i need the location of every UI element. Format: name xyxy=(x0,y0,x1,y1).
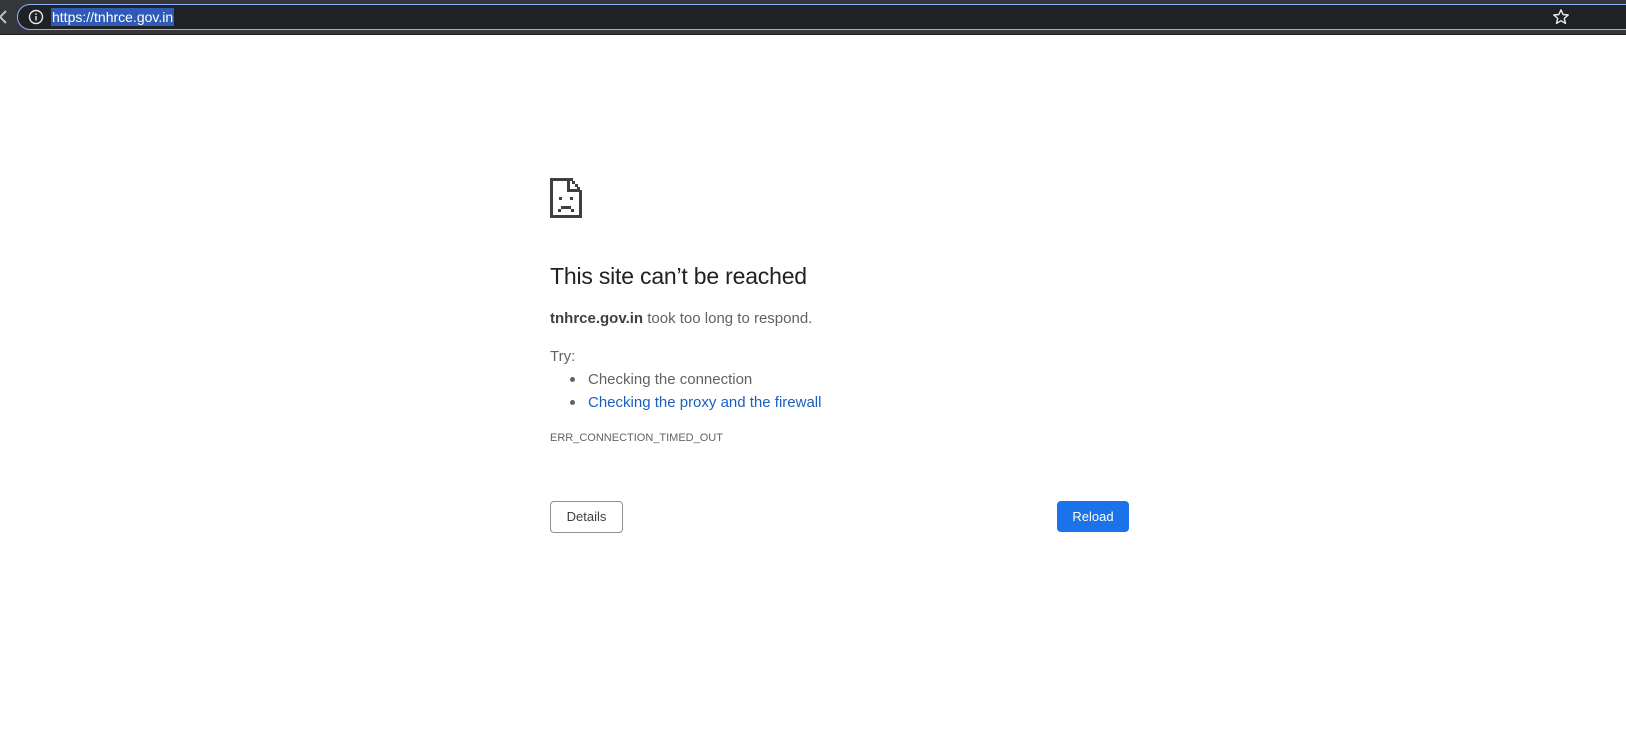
error-message: took too long to respond. xyxy=(643,310,813,327)
suggestion-item: Checking the connection xyxy=(569,370,821,393)
error-summary: tnhrce.gov.in took too long to respond. xyxy=(550,310,812,327)
address-bar[interactable]: https://tnhrce.gov.in xyxy=(17,4,1626,30)
chevron-left-icon[interactable] xyxy=(0,9,8,25)
error-title: This site can’t be reached xyxy=(550,263,807,289)
suggestion-list: Checking the connection Checking the pro… xyxy=(550,370,821,416)
reload-button[interactable]: Reload xyxy=(1057,501,1129,532)
suggestion-check-connection: Checking the connection xyxy=(588,371,753,388)
sad-document-icon xyxy=(550,178,582,218)
details-button[interactable]: Details xyxy=(550,501,623,533)
url-text[interactable]: https://tnhrce.gov.in xyxy=(51,8,175,26)
suggestion-proxy-firewall-link[interactable]: Checking the proxy and the firewall xyxy=(588,394,821,411)
try-label: Try: xyxy=(550,348,576,365)
error-host: tnhrce.gov.in xyxy=(550,310,644,327)
browser-toolbar: https://tnhrce.gov.in xyxy=(0,0,1626,35)
error-code: ERR_CONNECTION_TIMED_OUT xyxy=(550,432,723,444)
info-icon[interactable] xyxy=(28,9,44,25)
suggestion-item: Checking the proxy and the firewall xyxy=(569,393,821,416)
star-icon[interactable] xyxy=(1552,8,1570,26)
